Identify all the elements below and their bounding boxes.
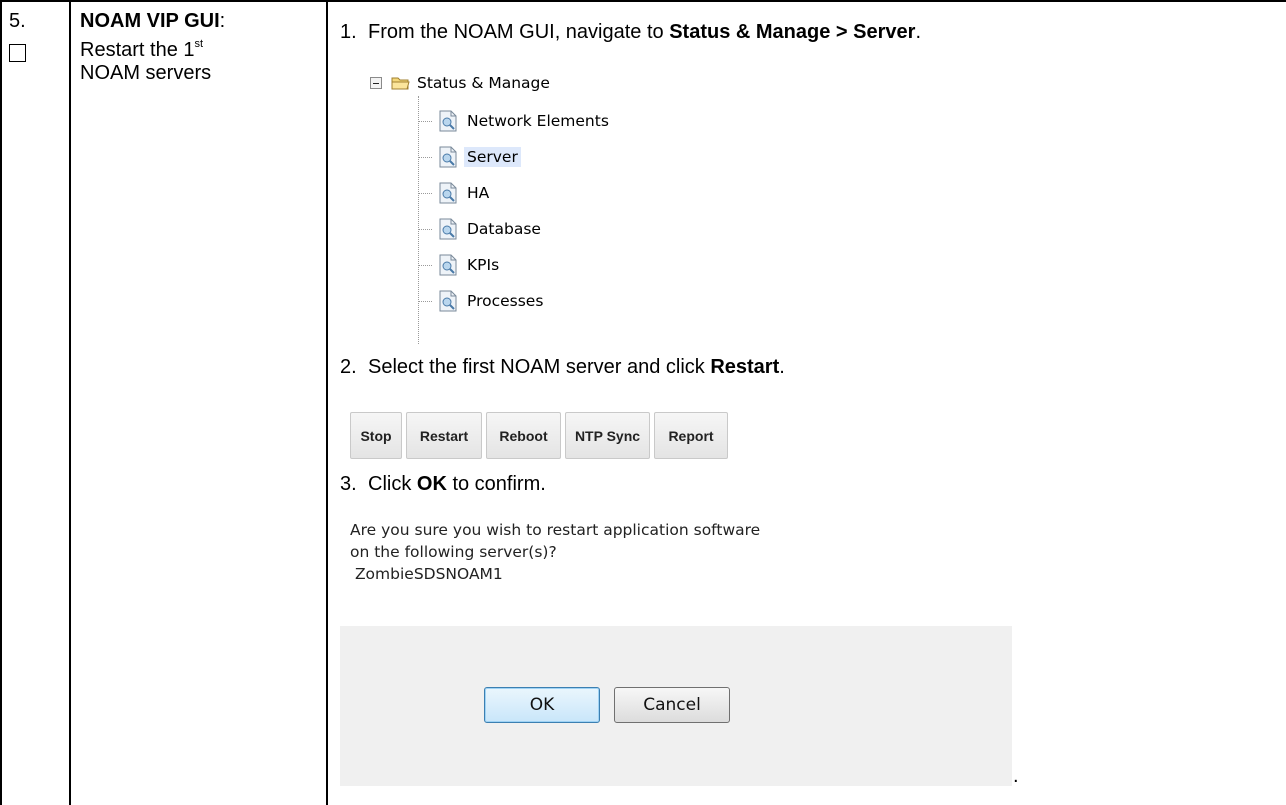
tree-item-database[interactable]: Database <box>418 216 544 242</box>
tree-branch <box>418 192 432 194</box>
tree-branch <box>418 156 432 158</box>
instruction-1: 1. From the NOAM GUI, navigate to Status … <box>340 21 921 44</box>
table-top-border <box>0 0 1286 2</box>
table-left-border <box>0 0 2 805</box>
folder-open-icon <box>391 75 411 91</box>
report-button[interactable]: Report <box>654 412 728 459</box>
trailing-period: . <box>1013 765 1019 787</box>
instruction-bold: Status & Manage > Server <box>669 21 916 43</box>
step-title-line3: NOAM servers <box>80 62 212 84</box>
tree-item-kpis[interactable]: KPIs <box>418 252 502 278</box>
tree-root-status-manage[interactable]: Status & Manage <box>370 72 550 94</box>
instruction-text: Click <box>368 473 417 495</box>
instruction-text-end: . <box>915 21 921 43</box>
page-search-icon <box>438 290 458 312</box>
column-divider-1 <box>69 0 71 805</box>
page-search-icon <box>438 146 458 168</box>
instruction-text-end: to confirm. <box>446 473 546 495</box>
tree-branch <box>418 120 432 122</box>
stop-button[interactable]: Stop <box>350 412 402 459</box>
tree-branch <box>418 264 432 266</box>
reboot-button[interactable]: Reboot <box>486 412 561 459</box>
tree-root-label: Status & Manage <box>417 74 550 92</box>
instruction-number: 2. <box>340 356 357 378</box>
page-search-icon <box>438 254 458 276</box>
instruction-text: Select the first NOAM server and click <box>368 356 711 378</box>
step-title-colon: : <box>219 10 226 32</box>
tree-item-label: HA <box>467 184 490 202</box>
tree-branch <box>418 228 432 230</box>
step-checkbox[interactable] <box>9 44 26 62</box>
dialog-server-name: ZombieSDSNOAM1 <box>354 565 503 583</box>
restart-button[interactable]: Restart <box>406 412 482 459</box>
step-title-bold: NOAM VIP GUI <box>80 10 220 32</box>
ntp-sync-button[interactable]: NTP Sync <box>565 412 650 459</box>
tree-branch <box>418 300 432 302</box>
server-action-toolbar: Stop Restart Reboot NTP Sync Report <box>350 412 728 459</box>
collapse-icon[interactable] <box>370 77 382 89</box>
navigation-tree: Status & Manage Network Elements Server … <box>370 68 730 344</box>
step-title: NOAM VIP GUI: Restart the 1st NOAM serve… <box>80 10 310 85</box>
page-search-icon <box>438 110 458 132</box>
instruction-bold: OK <box>416 473 447 495</box>
tree-item-label: Server <box>464 147 521 167</box>
ok-button[interactable]: OK <box>484 687 600 723</box>
instruction-text-end: . <box>779 356 785 378</box>
dialog-message-line1: Are you sure you wish to restart applica… <box>350 521 761 539</box>
tree-item-label: Processes <box>467 292 544 310</box>
tree-item-label: KPIs <box>467 256 500 274</box>
instruction-bold: Restart <box>710 356 780 378</box>
tree-item-server[interactable]: Server <box>418 144 521 170</box>
tree-item-network-elements[interactable]: Network Elements <box>418 108 612 134</box>
page-search-icon <box>438 218 458 240</box>
page-search-icon <box>438 182 458 204</box>
dialog-message-line2: on the following server(s)? <box>350 543 557 561</box>
cancel-button[interactable]: Cancel <box>614 687 730 723</box>
step-title-line2: Restart the 1 <box>80 39 195 61</box>
confirm-dialog-footer: OK Cancel <box>340 626 1012 786</box>
step-number: 5. <box>9 10 26 32</box>
instruction-3: 3. Click OK to confirm. <box>340 473 546 496</box>
tree-item-label: Database <box>467 220 541 238</box>
procedure-table: 5. NOAM VIP GUI: Restart the 1st NOAM se… <box>0 0 1286 805</box>
tree-item-label: Network Elements <box>467 112 609 130</box>
confirm-dialog-message: Are you sure you wish to restart applica… <box>350 519 760 585</box>
instruction-2: 2. Select the first NOAM server and click… <box>340 356 785 379</box>
column-divider-2 <box>326 0 328 805</box>
instruction-text: From the NOAM GUI, navigate to <box>368 21 670 43</box>
instruction-number: 1. <box>340 21 357 43</box>
step-title-sup: st <box>194 38 204 50</box>
instruction-number: 3. <box>340 473 357 495</box>
tree-item-processes[interactable]: Processes <box>418 288 546 314</box>
tree-item-ha[interactable]: HA <box>418 180 492 206</box>
